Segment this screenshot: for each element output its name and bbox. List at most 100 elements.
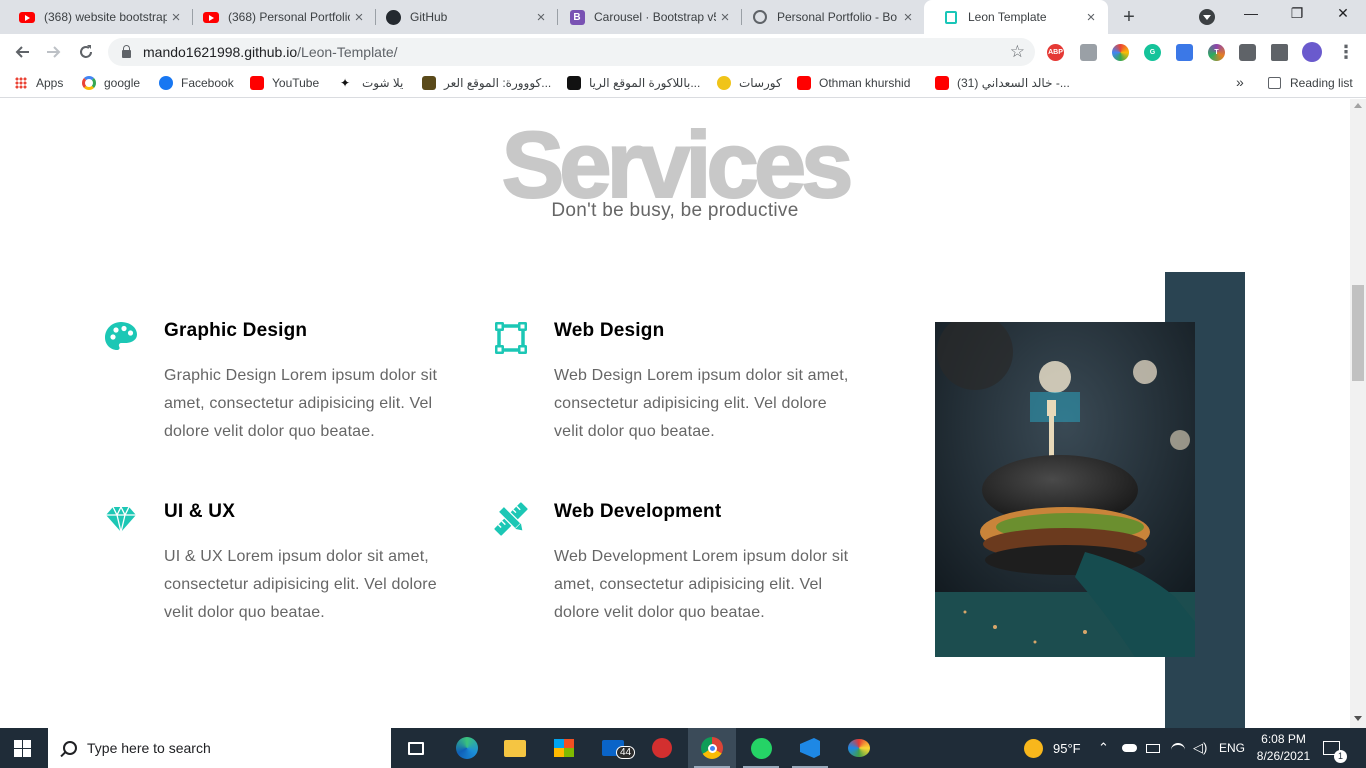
grammarly-icon[interactable]: G	[1144, 44, 1161, 61]
taskbar-search-input[interactable]: Type here to search	[48, 728, 391, 768]
extensions-puzzle-icon[interactable]	[1239, 44, 1256, 61]
service-text: Web Design Lorem ipsum dolor sit amet, c…	[554, 367, 849, 440]
back-arrow-icon	[15, 46, 29, 58]
tab-youtube-1[interactable]: (368) website bootstrap ×	[0, 0, 193, 34]
taskbar-edge[interactable]	[443, 728, 491, 768]
taskbar-mail[interactable]: 44	[589, 728, 637, 768]
language-indicator[interactable]: ENG	[1219, 728, 1245, 768]
close-icon[interactable]: ×	[167, 9, 185, 26]
tab-bootstrap[interactable]: B Carousel · Bootstrap v5 ×	[550, 0, 742, 34]
screen-capture-icon[interactable]	[1176, 44, 1193, 61]
tab-title: GitHub	[410, 10, 448, 24]
folder-icon	[504, 739, 526, 757]
page-scrollbar[interactable]	[1350, 99, 1366, 728]
color-picker-icon[interactable]	[1112, 44, 1129, 61]
bookmark-label: كورسات	[739, 76, 782, 90]
reading-list-button[interactable]: Reading list	[1268, 76, 1353, 90]
close-icon[interactable]: ×	[1082, 9, 1100, 26]
clock[interactable]: 6:08 PM 8/26/2021	[1255, 728, 1312, 768]
reload-button[interactable]	[74, 40, 98, 64]
tab-title: (368) Personal Portfolio	[228, 10, 350, 24]
wifi-icon[interactable]	[1171, 728, 1185, 768]
volume-icon[interactable]: ◁)	[1193, 728, 1207, 768]
bookmark-yalla-shoot[interactable]: ✦ يلا شوت	[340, 76, 403, 90]
gem-icon	[106, 505, 136, 533]
taskbar-vscode[interactable]	[786, 728, 834, 768]
bookmark-kooora[interactable]: كووورة: الموقع العر...	[422, 76, 551, 90]
taskbar-antivirus[interactable]	[638, 728, 686, 768]
service-title: UI & UX	[164, 501, 236, 522]
service-title: Web Development	[554, 501, 722, 522]
mail-badge: 44	[616, 746, 636, 759]
profile-avatar[interactable]	[1302, 42, 1322, 62]
media-queue-icon[interactable]	[1271, 44, 1288, 61]
camera-icon[interactable]	[1080, 44, 1097, 61]
scroll-thumb[interactable]	[1352, 285, 1364, 381]
weather-widget[interactable]: 95°F	[1024, 728, 1081, 768]
youtube-icon	[19, 9, 35, 25]
scroll-down-icon[interactable]	[1354, 716, 1362, 721]
restore-button[interactable]: ❐	[1274, 5, 1320, 22]
back-button[interactable]	[10, 40, 34, 64]
bookmark-label: (31) خالد السعداني -...	[957, 76, 1070, 90]
whatsapp-icon	[750, 737, 772, 759]
service-title: Web Design	[554, 320, 665, 341]
menu-kebab-icon[interactable]: ⋮	[1334, 40, 1358, 64]
edge-icon	[456, 737, 478, 759]
scroll-up-icon[interactable]	[1354, 103, 1362, 108]
globe-icon	[752, 9, 768, 25]
taskbar-chrome[interactable]	[688, 728, 736, 768]
taskbar-whatsapp[interactable]	[737, 728, 785, 768]
tab-leon-template[interactable]: Leon Template ×	[924, 0, 1108, 34]
close-icon[interactable]: ×	[532, 9, 550, 26]
close-icon[interactable]: ×	[899, 9, 917, 26]
bookmark-label: يلا شوت	[362, 76, 404, 90]
tab-portfolio[interactable]: Personal Portfolio - Bo ×	[733, 0, 925, 34]
taskbar-store[interactable]	[540, 728, 588, 768]
minimize-button[interactable]: —	[1228, 5, 1274, 21]
onedrive-icon[interactable]	[1122, 728, 1137, 768]
bookmark-label: YouTube	[272, 76, 320, 90]
notification-center-button[interactable]: 1	[1323, 728, 1347, 768]
bookmark-google[interactable]: google	[82, 76, 140, 90]
palette-icon	[105, 322, 137, 350]
bookmark-yallakora[interactable]: باللاكورة الموقع الريا...	[567, 76, 700, 90]
tab-search-button[interactable]	[1199, 9, 1215, 25]
taskbar-paint[interactable]	[835, 728, 883, 768]
tab-strip: (368) website bootstrap × (368) Personal…	[0, 0, 1366, 34]
notification-count: 1	[1334, 750, 1347, 763]
vector-square-icon	[495, 322, 527, 354]
battery-icon[interactable]	[1146, 728, 1160, 768]
windows-start-icon[interactable]	[14, 740, 31, 757]
task-view-button[interactable]	[392, 728, 440, 768]
bookmark-apps[interactable]: Apps	[15, 76, 63, 90]
close-icon[interactable]: ×	[716, 9, 734, 26]
task-view-icon	[408, 741, 424, 755]
bookmark-youtube[interactable]: YouTube	[250, 76, 319, 90]
tab-title: Leon Template	[968, 10, 1047, 24]
forward-button[interactable]	[42, 40, 66, 64]
taskbar-file-explorer[interactable]	[491, 728, 539, 768]
antivirus-icon	[652, 738, 672, 758]
close-window-button[interactable]: ✕	[1320, 5, 1366, 22]
bookmark-label: باللاكورة الموقع الريا...	[589, 76, 701, 90]
youtube-icon	[250, 76, 264, 90]
tray-overflow-icon[interactable]: ⌃	[1098, 728, 1109, 768]
translate-icon[interactable]: T	[1208, 44, 1225, 61]
tab-youtube-2[interactable]: (368) Personal Portfolio ×	[184, 0, 376, 34]
bookmark-star-icon[interactable]: ☆	[1010, 42, 1025, 62]
tab-github[interactable]: GitHub ×	[366, 0, 558, 34]
google-icon	[82, 76, 96, 90]
store-icon	[554, 739, 574, 757]
new-tab-button[interactable]: +	[1117, 6, 1141, 29]
bookmark-courses[interactable]: كورسات	[717, 76, 782, 90]
bookmark-othman[interactable]: Othman khurshid	[797, 76, 910, 90]
bookmark-facebook[interactable]: Facebook	[159, 76, 234, 90]
bookmark-label: Facebook	[181, 76, 234, 90]
address-bar[interactable]: mando1621998.github.io/Leon-Template/ ☆	[108, 38, 1035, 66]
youtube-icon	[203, 9, 219, 25]
bookmark-khaled[interactable]: (31) خالد السعداني -...	[935, 76, 1070, 90]
bookmarks-overflow-button[interactable]: »	[1236, 74, 1244, 90]
adblock-plus-icon[interactable]: ABP	[1047, 44, 1064, 61]
windows-taskbar: Type here to search 44 95°F ⌃ ◁) ENG 6:0…	[0, 728, 1366, 768]
